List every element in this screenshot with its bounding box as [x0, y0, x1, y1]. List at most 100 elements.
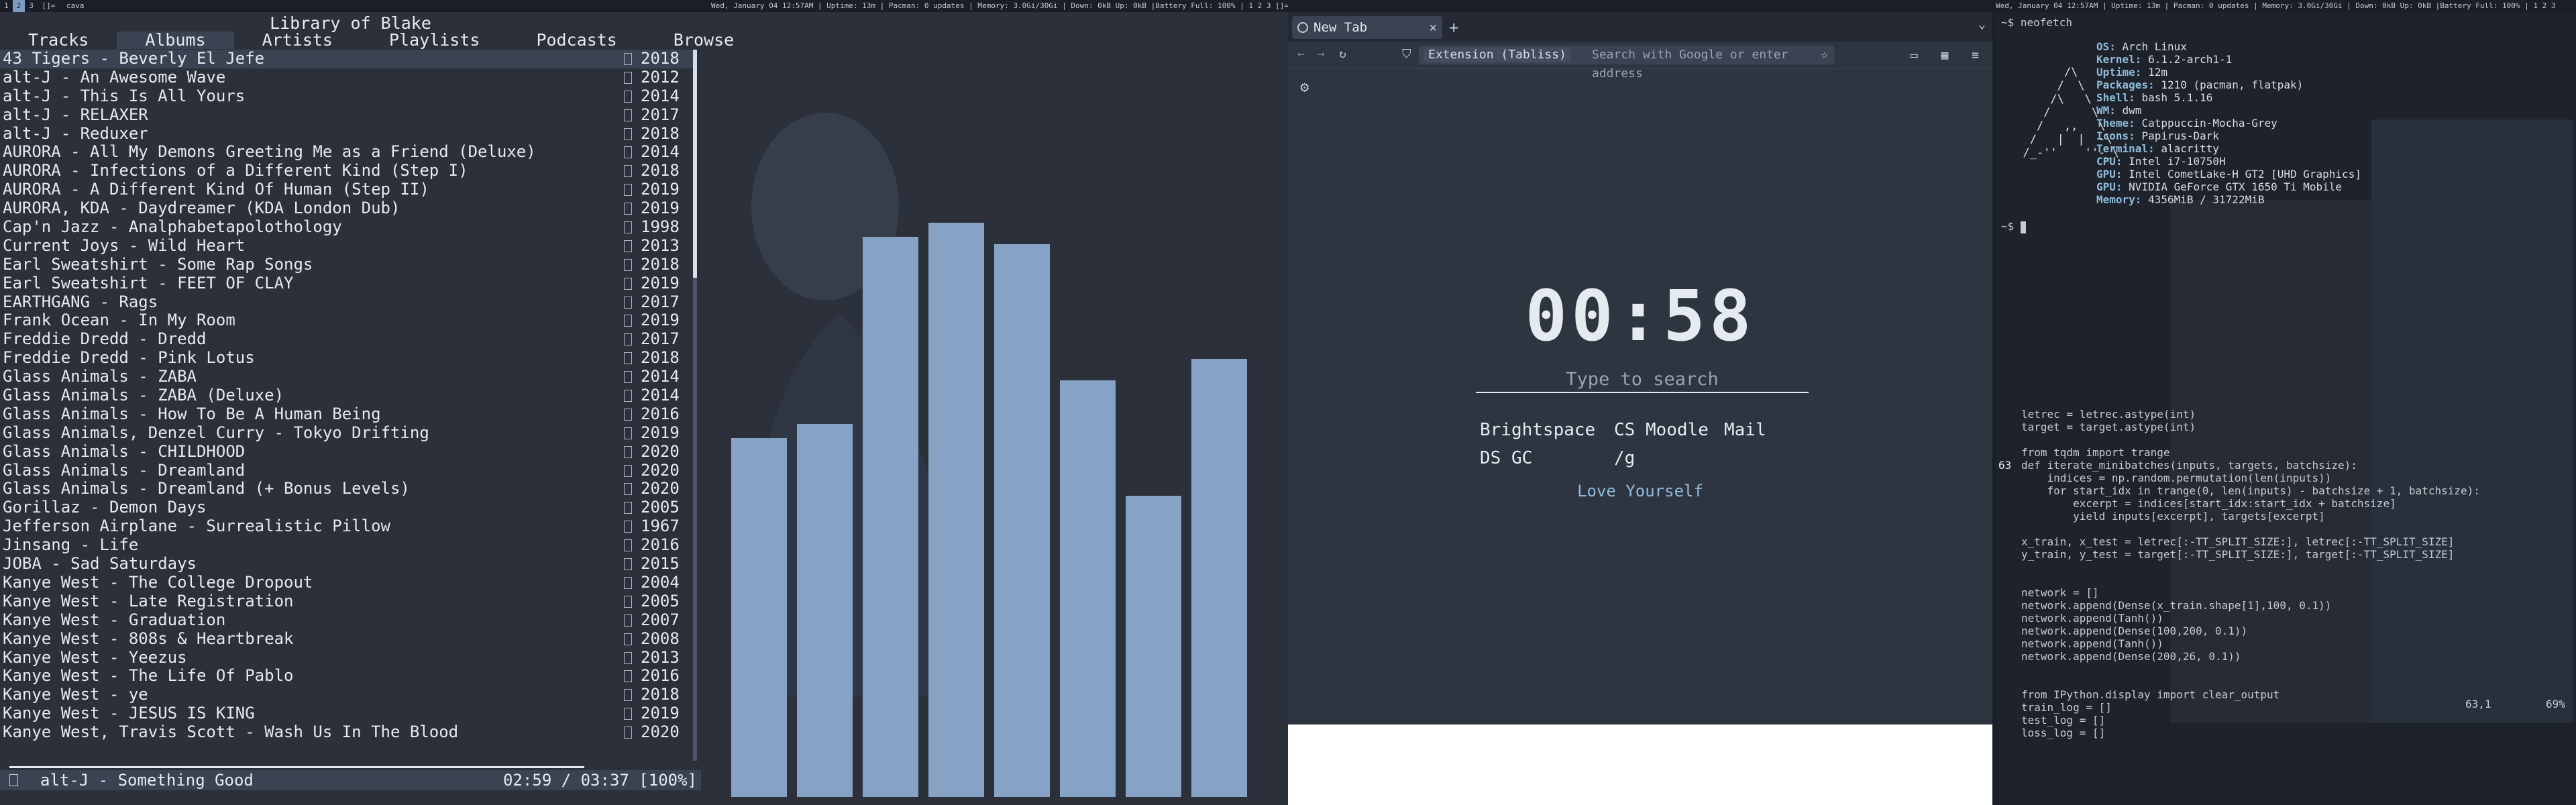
album-row[interactable]: alt-J - This Is All Yours 2014: [0, 87, 694, 106]
shield-icon[interactable]: ⛉: [1402, 47, 1411, 61]
top-bar-status-2: Wed, January 04 12:57AM | Uptime: 13m | …: [1996, 0, 2576, 12]
album-row[interactable]: Jinsang - Life 2016: [0, 535, 694, 555]
playback-progress[interactable]: [9, 766, 584, 768]
album-row[interactable]: Freddie Dredd - Dredd 2017: [0, 329, 694, 349]
album-row[interactable]: Glass Animals - ZABA 2014: [0, 367, 694, 386]
code-line: excerpt = indices[start_idx:start_idx + …: [2021, 497, 2396, 510]
file-icon: [624, 427, 632, 439]
neofetch-key: Terminal:: [2096, 142, 2155, 155]
url-bar[interactable]: Extension (Tabliss) Search with Google o…: [1419, 46, 1835, 80]
toolbar-icons[interactable]: ▭ ▦ ≡: [1911, 48, 1987, 62]
album-row[interactable]: Kanye West - The Life Of Pablo 2016: [0, 666, 694, 686]
album-row[interactable]: Kanye West - JESUS IS KING 2019: [0, 704, 694, 723]
album-row[interactable]: Kanye West - Yeezus 2013: [0, 648, 694, 667]
album-year: 2013: [641, 235, 680, 255]
link-mail[interactable]: Mail: [1724, 420, 1766, 440]
album-name: Glass Animals - Dreamland: [3, 460, 246, 480]
album-name: Glass Animals, Denzel Curry - Tokyo Drif…: [3, 423, 429, 442]
tag-3[interactable]: 3: [25, 0, 38, 12]
album-row[interactable]: Kanye West - ye 2018: [0, 685, 694, 704]
tab-albums[interactable]: Albums: [117, 32, 234, 49]
album-row[interactable]: Kanye West - Late Registration 2005: [0, 592, 694, 611]
album-row[interactable]: Frank Ocean - In My Room 2019: [0, 311, 694, 330]
album-year: 2012: [641, 67, 680, 87]
alacritty-terminal[interactable]: ~$ neofetch /\ / \ /\ \ / \ / ,, \ / | |…: [1996, 12, 2576, 805]
tab-browse[interactable]: Browse: [645, 32, 762, 49]
tab-playlists[interactable]: Playlists: [361, 32, 508, 49]
album-row[interactable]: Cap'n Jazz - Analphabetapolothology 1998: [0, 217, 694, 237]
link-brightspace[interactable]: Brightspace: [1480, 420, 1595, 440]
album-row[interactable]: Glass Animals - CHILDHOOD 2020: [0, 442, 694, 462]
album-row[interactable]: Glass Animals, Denzel Curry - Tokyo Drif…: [0, 423, 694, 443]
album-row[interactable]: alt-J - Reduxer 2018: [0, 124, 694, 144]
album-row[interactable]: Earl Sweatshirt - FEET OF CLAY 2019: [0, 274, 694, 293]
album-row[interactable]: EARTHGANG - Rags 2017: [0, 292, 694, 312]
url-input[interactable]: Search with Google or enter address: [1592, 46, 1835, 83]
album-row[interactable]: Glass Animals - ZABA (Deluxe) 2014: [0, 386, 694, 405]
back-icon[interactable]: ←: [1297, 47, 1305, 61]
link-cs-moodle[interactable]: CS Moodle: [1614, 420, 1709, 440]
tab-podcasts[interactable]: Podcasts: [508, 32, 645, 49]
neofetch-value: 4356MiB / 31722MiB: [2148, 193, 2265, 206]
tabliss-search[interactable]: Type to search: [1476, 369, 1809, 393]
album-row[interactable]: AURORA, KDA - Daydreamer (KDA London Dub…: [0, 199, 694, 218]
album-name: AURORA - Infections of a Different Kind …: [3, 161, 468, 180]
album-row[interactable]: Kanye West - Graduation 2007: [0, 610, 694, 630]
file-icon: [9, 774, 18, 786]
tab-artists[interactable]: Artists: [234, 32, 361, 49]
chevron-down-icon[interactable]: ⌄: [1978, 17, 1986, 32]
tab-new-tab[interactable]: New Tab ✕: [1292, 16, 1442, 39]
code-line: network.append(Tanh()): [2021, 612, 2163, 625]
album-row[interactable]: Glass Animals - Dreamland 2020: [0, 460, 694, 480]
album-scrollbar[interactable]: [693, 50, 697, 761]
album-row[interactable]: alt-J - RELAXER 2017: [0, 105, 694, 125]
album-row[interactable]: Jefferson Airplane - Surrealistic Pillow…: [0, 517, 694, 536]
tag-1[interactable]: 1: [0, 0, 13, 12]
album-row[interactable]: Earl Sweatshirt - Some Rap Songs 2018: [0, 255, 694, 274]
layout-indicator[interactable]: []=: [42, 1, 56, 10]
reload-icon[interactable]: ↻: [1339, 47, 1346, 61]
file-icon: [624, 109, 632, 121]
file-icon: [624, 371, 632, 384]
album-row[interactable]: Kanye West - The College Dropout 2004: [0, 573, 694, 592]
scroll-thumb[interactable]: [693, 50, 697, 278]
album-year: 2019: [641, 311, 680, 330]
file-icon: [624, 296, 632, 309]
album-row[interactable]: 43 Tigers - Beverly El Jefe 2018: [0, 49, 694, 68]
album-row[interactable]: AURORA - Infections of a Different Kind …: [0, 161, 694, 180]
gear-icon[interactable]: ⚙: [1300, 79, 1309, 96]
new-tab-button[interactable]: +: [1449, 16, 1458, 39]
album-row[interactable]: AURORA - A Different Kind Of Human (Step…: [0, 180, 694, 199]
link-ds-gc[interactable]: DS GC: [1480, 448, 1532, 468]
neofetch-key: WM:: [2096, 104, 2116, 117]
album-row[interactable]: AURORA - All My Demons Greeting Me as a …: [0, 143, 694, 162]
album-row[interactable]: alt-J - An Awesome Wave 2012: [0, 68, 694, 87]
file-icon: [624, 445, 632, 458]
album-name: Jefferson Airplane - Surrealistic Pillow: [3, 517, 390, 536]
neofetch-value: Papirus-Dark: [2141, 129, 2220, 142]
album-row[interactable]: Freddie Dredd - Pink Lotus 2018: [0, 348, 694, 368]
link-g[interactable]: /g: [1614, 448, 1635, 468]
album-name: Kanye West, Travis Scott - Wash Us In Th…: [3, 722, 459, 742]
file-icon: [624, 521, 632, 533]
extension-identity[interactable]: Extension (Tabliss): [1424, 48, 1570, 62]
album-row[interactable]: JOBA - Sad Saturdays 2015: [0, 554, 694, 574]
album-year: 2017: [641, 329, 680, 349]
star-icon[interactable]: ☆: [1821, 46, 1828, 64]
album-row[interactable]: Kanye West - 808s & Heartbreak 2008: [0, 629, 694, 649]
cmus-header: Library of Blake Tracks Albums Artists P…: [0, 12, 734, 50]
close-icon[interactable]: ✕: [1430, 16, 1437, 39]
neofetch-key: Theme:: [2096, 117, 2135, 129]
album-row[interactable]: Glass Animals - Dreamland (+ Bonus Level…: [0, 480, 694, 498]
album-row[interactable]: Glass Animals - How To Be A Human Being 2…: [0, 405, 694, 424]
forward-icon[interactable]: →: [1318, 47, 1325, 61]
tag-2[interactable]: 2: [12, 0, 25, 12]
album-row[interactable]: Current Joys - Wild Heart 2013: [0, 235, 694, 256]
album-name: AURORA - A Different Kind Of Human (Step…: [3, 180, 429, 199]
album-row[interactable]: Gorillaz - Demon Days 2005: [0, 498, 694, 517]
album-name: Glass Animals - Dreamland (+ Bonus Level…: [3, 479, 410, 498]
neofetch-key: CPU:: [2096, 155, 2123, 168]
album-row[interactable]: Kanye West, Travis Scott - Wash Us In Th…: [0, 722, 694, 742]
prompt-neofetch: ~$ neofetch: [2001, 16, 2072, 29]
tab-tracks[interactable]: Tracks: [0, 32, 117, 49]
